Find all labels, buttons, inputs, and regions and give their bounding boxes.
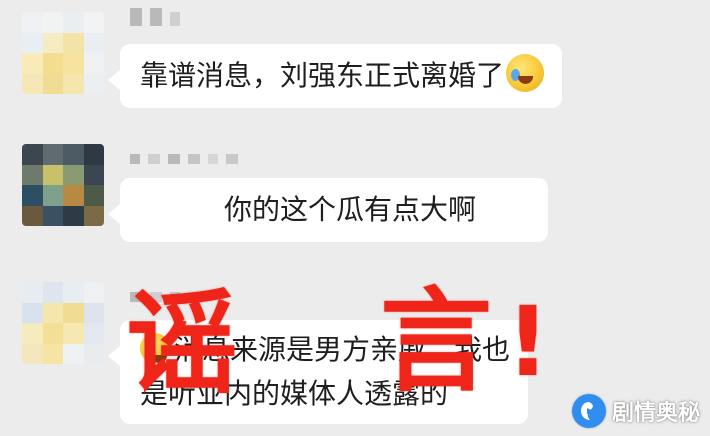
rumor-stamp-char-2: 言 (380, 277, 492, 407)
message-text: 你的这个瓜有点大啊 (224, 193, 477, 226)
watermark-logo-icon (571, 394, 606, 428)
message-bubble[interactable]: 你的这个瓜有点大啊 (108, 178, 548, 242)
crying-laughing-emoji-icon (506, 54, 545, 92)
watermark-text: 剧情奥秘 (611, 401, 700, 426)
message-bubble[interactable]: 靠谱消息，刘强东正式离婚了 (107, 44, 563, 108)
rumor-stamp-exclamation: ! (506, 286, 550, 398)
avatar[interactable] (22, 144, 104, 226)
avatar[interactable] (22, 12, 104, 94)
nickname-blurred (130, 154, 238, 164)
nickname-blurred (130, 8, 180, 26)
rumor-stamp-char-1: 谣 (126, 279, 238, 409)
message-text: 靠谱消息，刘强东正式离婚了 (140, 59, 505, 92)
avatar[interactable] (22, 282, 104, 364)
chat-screen: 靠谱消息，刘强东正式离婚了 你的这个瓜有点大啊 消息来源是男方亲戚，我也 是听业… (0, 0, 710, 436)
watermark: 剧情奥秘 (571, 394, 700, 428)
